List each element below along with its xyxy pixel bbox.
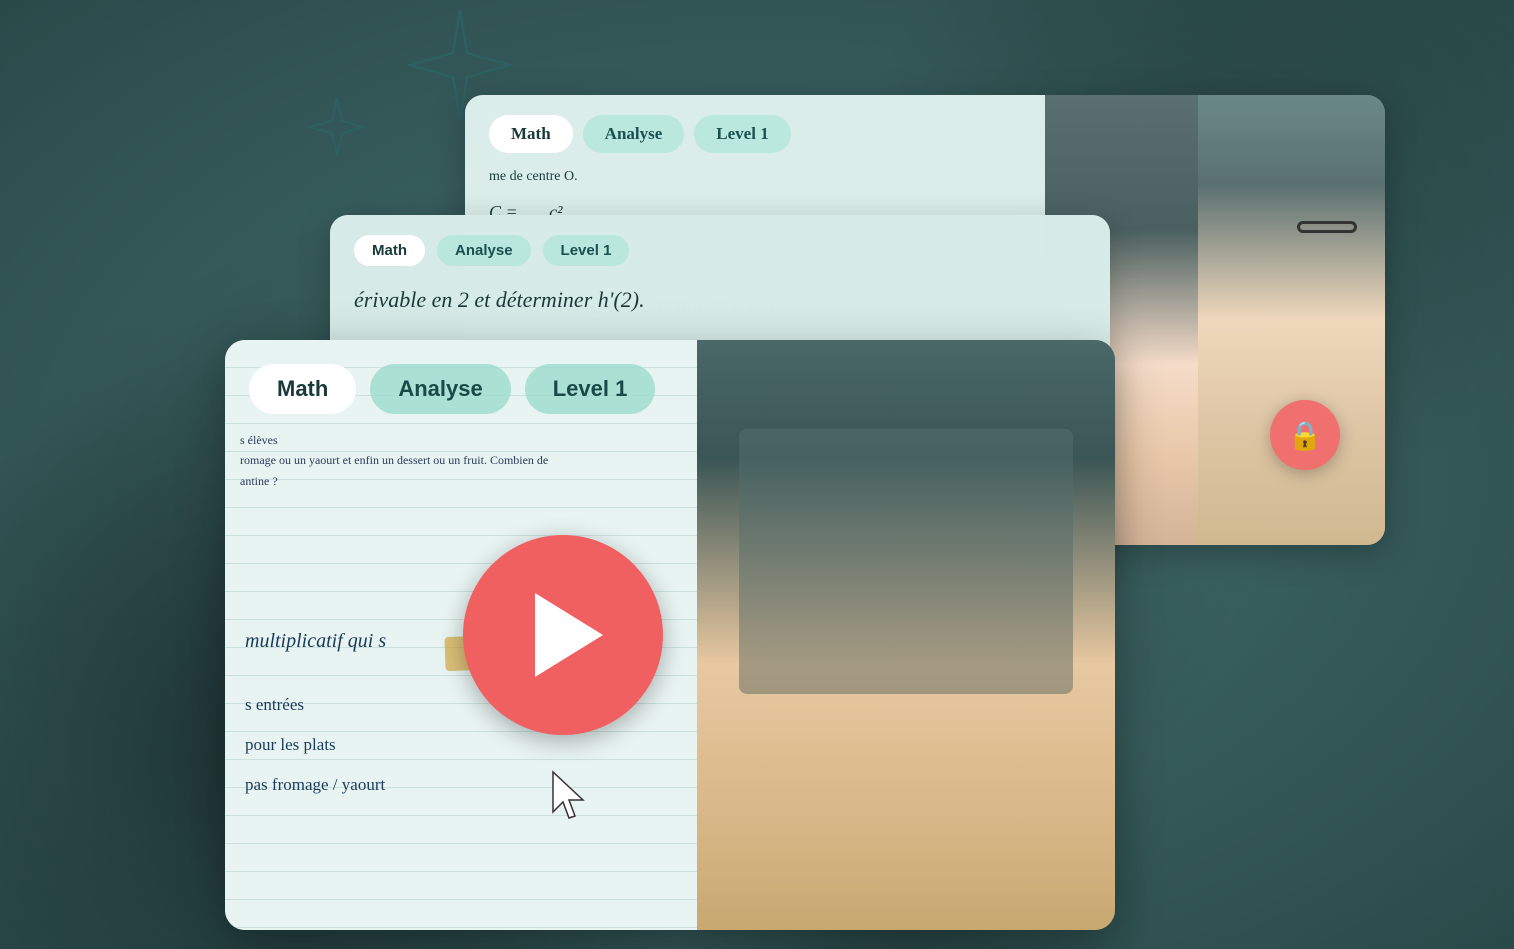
hw-text-top: s élèves romage ou un yaourt et enfin un…: [240, 430, 548, 491]
card-middle-tags: Math Analyse Level 1: [354, 235, 1086, 266]
card-back-tags: Math Analyse Level 1: [489, 115, 1021, 153]
glasses-decoration: [1297, 221, 1357, 233]
tag-analyse-front[interactable]: Analyse: [370, 364, 510, 414]
play-icon: [535, 593, 603, 677]
tag-analyse-back[interactable]: Analyse: [583, 115, 685, 153]
hw-plats: pour les plats: [245, 735, 336, 755]
tag-level-back[interactable]: Level 1: [694, 115, 790, 153]
play-button[interactable]: [463, 535, 663, 735]
tag-math-back[interactable]: Math: [489, 115, 573, 153]
lock-icon: 🔒: [1288, 419, 1323, 452]
card-front-tags: Math Analyse Level 1: [249, 364, 655, 414]
tag-level-middle[interactable]: Level 1: [543, 235, 630, 266]
tag-math-front[interactable]: Math: [249, 364, 356, 414]
person-2-simulation: [1198, 95, 1385, 545]
card-front: Math Analyse Level 1 s élèves romage ou …: [225, 340, 1115, 930]
sparkle-small-icon: [305, 95, 370, 170]
hw-multiplicatif: multiplicatif qui s: [245, 630, 386, 653]
tag-math-middle[interactable]: Math: [354, 235, 425, 266]
lock-button[interactable]: 🔒: [1270, 400, 1340, 470]
person-video-area: [697, 340, 1115, 930]
hw-fromage: pas fromage / yaourt: [245, 775, 385, 795]
tag-analyse-middle[interactable]: Analyse: [437, 235, 531, 266]
tag-level-front[interactable]: Level 1: [525, 364, 656, 414]
hw-entries: s entrées: [245, 695, 304, 715]
